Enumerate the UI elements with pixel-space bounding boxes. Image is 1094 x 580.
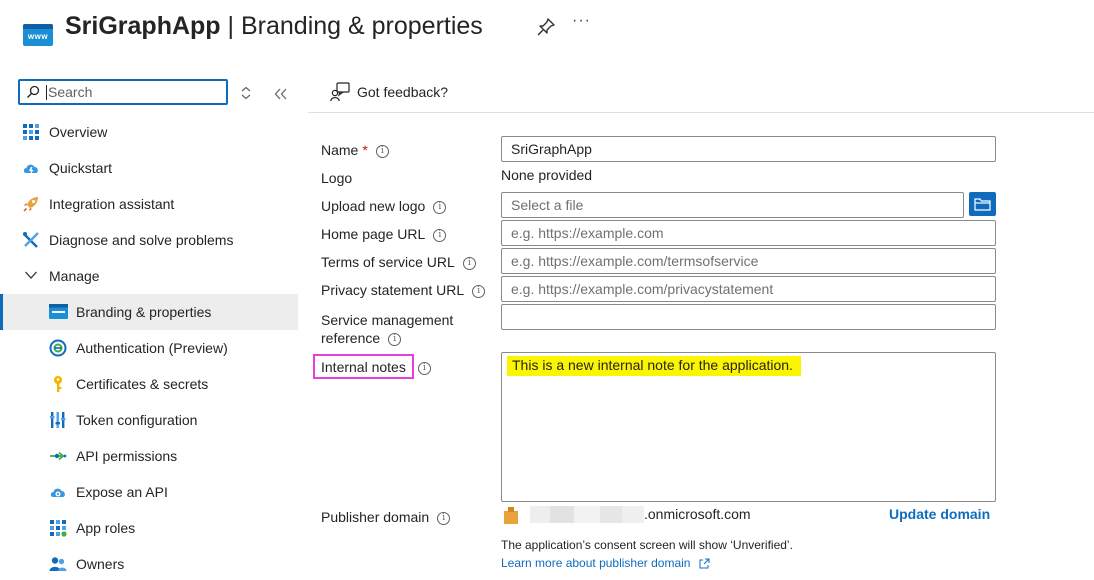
sort-icon[interactable] [240,86,252,100]
feedback-label: Got feedback? [357,84,449,100]
feedback-button[interactable]: Got feedback? [324,74,464,108]
sidebar-group-manage[interactable]: Manage [0,258,298,294]
upload-logo-input[interactable]: Select a file [501,192,964,218]
sidebar-item-label: Expose an API [76,484,168,500]
sidebar-item-label: Owners [76,556,125,572]
sidebar-item-certificates[interactable]: Certificates & secrets [0,366,298,402]
sidebar-item-api-permissions[interactable]: API permissions [0,438,298,474]
rocket-icon [23,197,38,212]
sidebar-item-label: Manage [49,268,100,284]
update-domain-link[interactable]: Update domain [889,506,990,522]
service-management-label: Service management reference i [321,312,454,346]
feedback-person-icon [330,82,350,102]
sidebar-item-integration-assistant[interactable]: Integration assistant [0,186,298,222]
info-icon[interactable]: i [437,511,451,525]
upload-logo-label: Upload new logo i [321,198,447,214]
sidebar-item-diagnose[interactable]: Diagnose and solve problems [0,222,298,258]
page-header: www SriGraphApp | Branding & properties … [0,0,1094,60]
sidebar-item-label: Integration assistant [49,196,175,212]
wrench-icon [23,232,39,248]
text-caret [46,85,47,100]
homepage-label: Home page URL i [321,226,447,242]
name-input[interactable]: SriGraphApp [501,136,996,162]
name-label: Name * i [321,142,389,158]
redacted-domain [530,506,644,523]
sidebar-item-label: App roles [76,520,136,536]
browse-file-button[interactable] [969,192,996,216]
learn-more-link[interactable]: Learn more about publisher domain [501,556,710,570]
token-bars-icon [50,412,66,428]
publisher-building-icon [504,507,518,524]
people-icon [49,557,67,571]
sidebar-item-expose-api[interactable]: Expose an API [0,474,298,510]
app-name: SriGraphApp [65,12,221,40]
internal-notes-textarea[interactable]: This is a new internal note for the appl… [501,352,996,502]
consent-note: The application’s consent screen will sh… [501,538,793,552]
sidebar-item-label: Branding & properties [76,304,212,320]
info-icon[interactable]: i [375,144,389,158]
folder-icon [974,198,991,211]
sidebar-item-label: Overview [49,124,108,140]
search-placeholder: Search [48,84,93,100]
homepage-url-input[interactable]: e.g. https://example.com [501,220,996,246]
sidebar-item-label: Certificates & secrets [76,376,209,392]
info-icon[interactable]: i [433,200,447,214]
required-asterisk: * [362,142,368,158]
cloud-gear-icon [50,488,65,497]
sidebar-item-label: Quickstart [49,160,113,176]
api-arrow-icon [50,451,67,461]
tos-url-input[interactable]: e.g. https://example.com/termsofservice [501,248,996,274]
page-subtitle: Branding & properties [240,12,483,40]
key-icon [54,376,62,392]
sidebar-item-owners[interactable]: Owners [0,546,298,580]
grid-icon [23,124,39,140]
info-icon[interactable]: i [417,361,431,375]
info-icon[interactable]: i [472,284,486,298]
logo-value: None provided [501,167,593,183]
page-title: SriGraphApp | Branding & properties [65,10,483,42]
sidebar-item-quickstart[interactable]: Quickstart [0,150,298,186]
title-separator: | [227,12,235,40]
privacy-url-input[interactable]: e.g. https://example.com/privacystatemen… [501,276,996,302]
sidebar-item-label: Diagnose and solve problems [49,232,234,248]
sidebar-item-authentication[interactable]: Authentication (Preview) [0,330,298,366]
cloud-bolt-icon [23,164,38,175]
www-icon [49,304,68,319]
chevron-down-icon [25,271,37,279]
sidebar-item-token-configuration[interactable]: Token configuration [0,402,298,438]
publisher-domain-value: .onmicrosoft.com [644,506,751,522]
ellipsis-icon[interactable]: ··· [572,12,591,30]
search-input[interactable]: Search [18,79,228,105]
sidebar: Search Overview Quickstart Integration a… [0,70,298,580]
internal-notes-text: This is a new internal note for the appl… [507,356,801,376]
sidebar-item-branding[interactable]: Branding & properties [0,294,298,330]
info-icon[interactable]: i [388,332,402,346]
sidebar-item-label: Token configuration [76,412,198,428]
sidebar-item-label: API permissions [76,448,178,464]
info-icon[interactable]: i [462,256,476,270]
service-management-input[interactable] [501,304,996,330]
info-icon[interactable]: i [433,228,447,242]
command-bar: Got feedback? [308,70,1094,113]
sidebar-item-overview[interactable]: Overview [0,114,298,150]
logo-label: Logo [321,170,353,186]
external-link-icon [699,558,710,569]
internal-notes-label: Internal notes i [321,359,431,375]
search-icon [27,85,40,98]
publisher-domain-label: Publisher domain i [321,509,451,525]
sidebar-item-app-roles[interactable]: App roles [0,510,298,546]
collapse-sidebar-icon[interactable] [274,88,288,100]
pin-icon[interactable] [536,17,556,37]
app-roles-icon [50,520,67,537]
app-www-icon: www [23,24,53,46]
auth-icon [49,339,67,357]
sidebar-item-label: Authentication (Preview) [76,340,228,356]
tos-label: Terms of service URL i [321,254,476,270]
privacy-label: Privacy statement URL i [321,282,486,298]
